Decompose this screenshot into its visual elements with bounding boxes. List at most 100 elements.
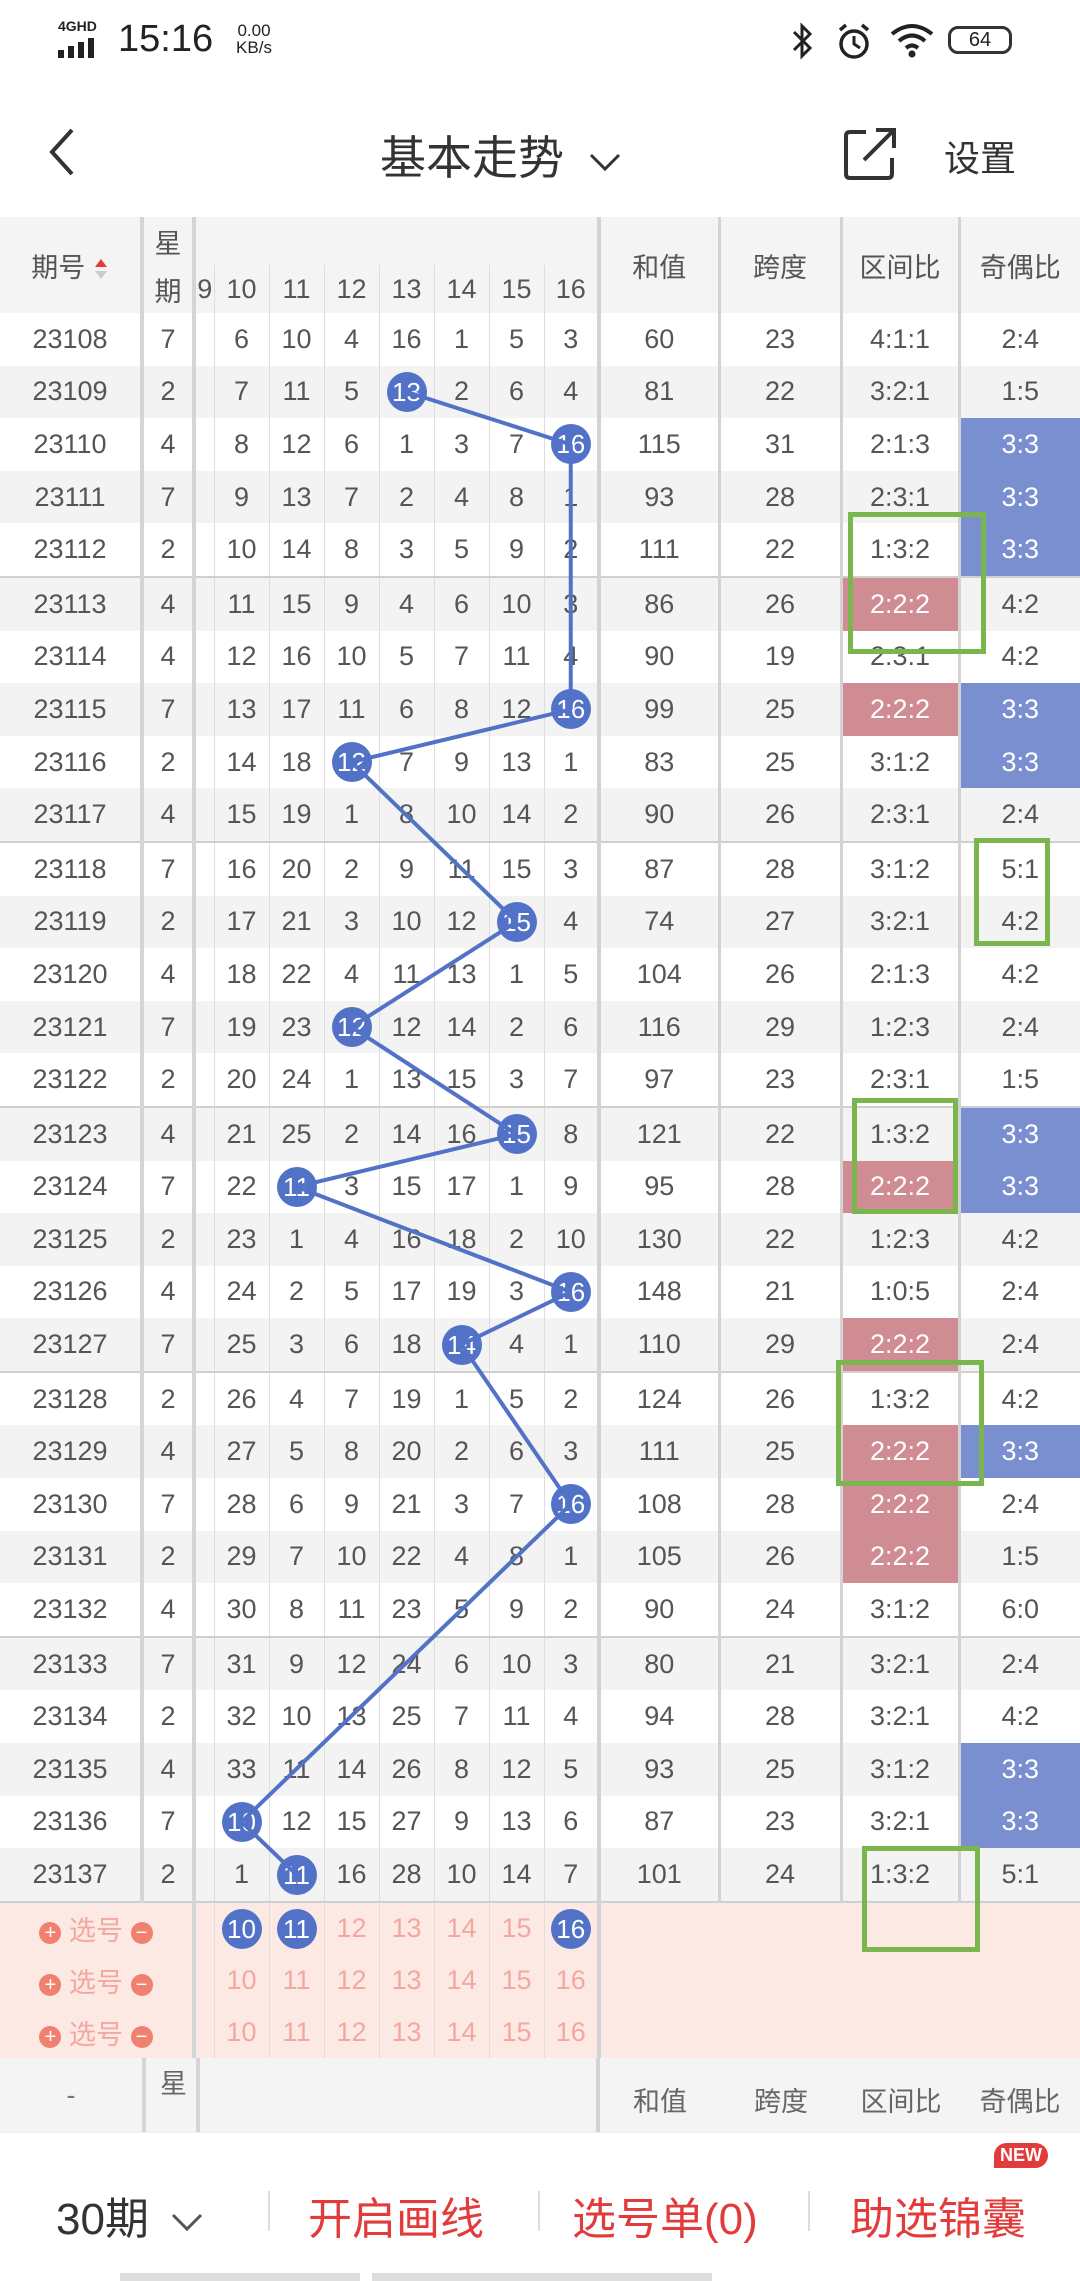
- table-row[interactable]: 23120 4 18 22 4 11 13 1 5 104 26 2:1:3 4:2: [0, 948, 1080, 1001]
- period-selector[interactable]: 30期: [56, 2183, 207, 2247]
- plus-icon[interactable]: +: [39, 1922, 62, 1945]
- select-row[interactable]: + 选号 −10 11 12 13 14 15 16: [0, 2006, 1080, 2059]
- select-number-cell[interactable]: 10: [214, 2006, 270, 2059]
- table-row[interactable]: 23133 7 31 9 12 24 6 10 3 80 21 3:2:1 2:4: [0, 1636, 1080, 1691]
- number-cell: 7: [544, 1053, 601, 1108]
- table-row[interactable]: 23118 7 16 20 2 9 11 15 3 87 28 3:1:2 5:1: [0, 841, 1080, 896]
- table-row[interactable]: 23129 4 27 5 8 20 2 6 3 111 25 2:2:2 3:3: [0, 1425, 1080, 1479]
- select-number-cell[interactable]: 13: [379, 2006, 435, 2059]
- select-number-cell[interactable]: 15: [489, 1954, 545, 2007]
- span-cell: 19: [719, 630, 843, 684]
- select-number-cell[interactable]: 16: [544, 2006, 601, 2059]
- week-cell: 4: [142, 788, 196, 843]
- table-row[interactable]: 23109 2 7 11 5 13 2 6 4 81 22 3:2:1 1:5: [0, 365, 1080, 419]
- select-row[interactable]: + 选号 −10 11 12 13 14 15 16: [0, 1901, 1080, 1955]
- table-row[interactable]: 23115 7 13 17 11 6 8 12 16 99 25 2:2:2 3:3: [0, 683, 1080, 736]
- select-number-cell[interactable]: 12: [324, 2006, 380, 2059]
- number-cell: 16: [324, 1848, 380, 1903]
- table-row[interactable]: 23114 4 12 16 10 5 7 11 4 90 19 2:3:1 4:2: [0, 630, 1080, 684]
- select-number-cell[interactable]: 14: [434, 2006, 490, 2059]
- select-number-cell[interactable]: 11: [269, 1954, 325, 2007]
- col-header-issue[interactable]: 期号: [0, 217, 144, 313]
- pick-list-button[interactable]: 选号单(0): [572, 2183, 758, 2247]
- number-cell: 11: [269, 1848, 325, 1903]
- settings-button[interactable]: 设置: [944, 130, 1016, 182]
- number-ball: 12: [331, 742, 372, 783]
- week-cell: 2: [142, 1213, 196, 1266]
- trend-table-container[interactable]: 期号 星 和值 跨度 区间比 奇偶比 期 9 10 11 12 13 14 15 16 23…: [0, 217, 1080, 2132]
- select-cell-cut: [194, 1954, 215, 2007]
- table-row[interactable]: 23111 7 9 13 7 2 4 8 1 93 28 2:3:1 3:3: [0, 470, 1080, 524]
- table-row[interactable]: 23112 2 10 14 8 3 5 9 2 111 22 1:3:2 3:3: [0, 523, 1080, 578]
- table-row[interactable]: 23123 4 21 25 2 14 16 15 8 121 22 1:3:2 3:3: [0, 1106, 1080, 1161]
- table-row[interactable]: 23117 4 15 19 1 8 10 14 2 90 26 2:3:1 2:4: [0, 788, 1080, 843]
- select-number-cell[interactable]: 16: [544, 1954, 601, 2007]
- select-number-cell[interactable]: 10: [214, 1901, 270, 1955]
- select-number-cell[interactable]: 11: [269, 2006, 325, 2059]
- share-button[interactable]: [842, 124, 900, 182]
- number-cell: 8: [379, 788, 435, 843]
- table-row[interactable]: 23108 7 6 10 4 16 1 5 3 60 23 4:1:1 2:4: [0, 313, 1080, 366]
- table-row[interactable]: 23122 2 20 24 1 13 15 3 7 97 23 2:3:1 1:5: [0, 1053, 1080, 1108]
- number-header: 15: [489, 265, 545, 313]
- table-row[interactable]: 23127 7 25 3 6 18 14 4 1 110 29 2:2:2 2:4: [0, 1318, 1080, 1373]
- number-cell: 6: [434, 1636, 490, 1691]
- number-cell-cut: [194, 1478, 215, 1531]
- number-cell-cut: [194, 523, 215, 578]
- page-title[interactable]: 基本走势: [380, 122, 625, 188]
- table-row[interactable]: 23130 7 28 6 9 21 3 7 16 108 28 2:2:2 2:4: [0, 1478, 1080, 1531]
- draw-line-button[interactable]: 开启画线: [308, 2183, 484, 2247]
- number-cell: 7: [544, 1848, 601, 1903]
- select-number-cell[interactable]: 13: [379, 1901, 435, 1955]
- sum-cell: 111: [599, 523, 721, 578]
- sum-cell: 105: [599, 1530, 721, 1584]
- select-number-cell[interactable]: 11: [269, 1901, 325, 1955]
- plus-icon[interactable]: +: [39, 2026, 62, 2049]
- table-row[interactable]: 23116 2 14 18 12 7 9 13 1 83 25 3:1:2 3:3: [0, 735, 1080, 789]
- select-number-cell[interactable]: 16: [544, 1901, 601, 1955]
- issue-cell: 23117: [0, 788, 144, 843]
- oddeven-cell: 3:3: [959, 735, 1080, 789]
- select-number-cell[interactable]: 14: [434, 1954, 490, 2007]
- table-row[interactable]: 23125 2 23 1 4 16 18 2 10 130 22 1:2:3 4:2: [0, 1213, 1080, 1266]
- select-number-cell[interactable]: 15: [489, 1901, 545, 1955]
- divider: [808, 2191, 810, 2231]
- table-row[interactable]: 23119 2 17 21 3 10 12 15 4 74 27 3:2:1 4:2: [0, 895, 1080, 949]
- select-number-cell[interactable]: 13: [379, 1954, 435, 2007]
- table-row[interactable]: 23136 7 10 12 15 27 9 13 6 87 23 3:2:1 3:3: [0, 1795, 1080, 1849]
- minus-icon[interactable]: −: [130, 1974, 153, 1997]
- number-cell-cut: [194, 1371, 215, 1426]
- plus-icon[interactable]: +: [39, 1974, 62, 1997]
- minus-icon[interactable]: −: [130, 2026, 153, 2049]
- minus-icon[interactable]: −: [130, 1922, 153, 1945]
- select-number-cell[interactable]: 12: [324, 1954, 380, 2007]
- sum-cell: 110: [599, 1318, 721, 1373]
- select-number-cell[interactable]: 14: [434, 1901, 490, 1955]
- table-row[interactable]: 23132 4 30 8 11 23 5 9 2 90 24 3:1:2 6:0: [0, 1583, 1080, 1638]
- select-number-cell[interactable]: 12: [324, 1901, 380, 1955]
- table-row[interactable]: 23124 7 22 11 3 15 17 1 9 95 28 2:2:2 3:3: [0, 1160, 1080, 1214]
- table-row[interactable]: 23131 2 29 7 10 22 4 8 1 105 26 2:2:2 1:5: [0, 1530, 1080, 1584]
- number-cell: 4: [324, 1213, 380, 1266]
- table-row[interactable]: 23121 7 19 23 12 12 14 2 6 116 29 1:2:3 2:4: [0, 1000, 1080, 1054]
- number-cell: 11: [324, 683, 380, 736]
- number-cell-cut: [194, 418, 215, 471]
- number-cell: 8: [269, 1583, 325, 1638]
- sum-cell: 148: [599, 1265, 721, 1319]
- number-cell: 10: [214, 1795, 270, 1849]
- table-row[interactable]: 23128 2 26 4 7 19 1 5 2 124 26 1:3:2 4:2: [0, 1371, 1080, 1426]
- select-number-cell[interactable]: 15: [489, 2006, 545, 2059]
- bottom-toolbar: 30期 开启画线 选号单(0) 助选锦囊 NEW: [0, 2132, 1080, 2281]
- table-row[interactable]: 23137 2 1 11 16 28 10 14 7 101 24 1:3:2 5:1: [0, 1848, 1080, 1903]
- table-row[interactable]: 23110 4 8 12 6 1 3 7 16 115 31 2:1:3 3:3: [0, 418, 1080, 471]
- table-row[interactable]: 23126 4 24 2 5 17 19 3 16 148 21 1:0:5 2:4: [0, 1265, 1080, 1319]
- number-cell: 12: [324, 735, 380, 789]
- table-row[interactable]: 23135 4 33 11 14 26 8 12 5 93 25 3:1:2 3:3: [0, 1743, 1080, 1796]
- helper-button[interactable]: 助选锦囊: [850, 2183, 1026, 2247]
- issue-cell: 23128: [0, 1371, 144, 1426]
- select-number-cell[interactable]: 10: [214, 1954, 270, 2007]
- back-button[interactable]: [38, 122, 88, 182]
- table-row[interactable]: 23134 2 32 10 13 25 7 11 4 94 28 3:2:1 4:2: [0, 1690, 1080, 1744]
- select-row[interactable]: + 选号 −10 11 12 13 14 15 16: [0, 1954, 1080, 2007]
- table-row[interactable]: 23113 4 11 15 9 4 6 10 3 86 26 2:2:2 4:2: [0, 576, 1080, 631]
